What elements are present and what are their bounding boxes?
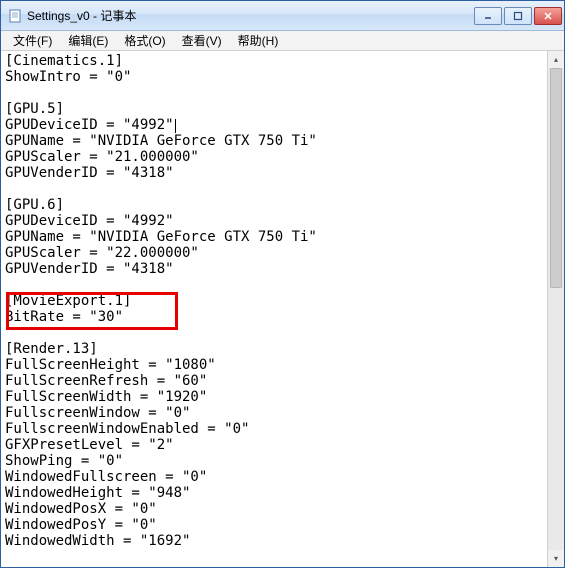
scroll-thumb[interactable]: [550, 68, 562, 288]
menubar: 文件(F) 编辑(E) 格式(O) 查看(V) 帮助(H): [1, 31, 564, 51]
scroll-up-arrow[interactable]: ▴: [548, 51, 564, 68]
close-button[interactable]: [534, 7, 562, 25]
vertical-scrollbar[interactable]: ▴ ▾: [547, 51, 564, 567]
text-cursor: [175, 119, 176, 133]
text-editor[interactable]: [Cinematics.1] ShowIntro = "0" [GPU.5] G…: [1, 51, 547, 567]
notepad-window: Settings_v0 - 记事本 文件(F) 编辑(E) 格式(O) 查看(V…: [0, 0, 565, 568]
maximize-button[interactable]: [504, 7, 532, 25]
window-controls: [474, 7, 562, 25]
menu-format[interactable]: 格式(O): [116, 30, 173, 51]
scroll-down-arrow[interactable]: ▾: [548, 550, 564, 567]
menu-file[interactable]: 文件(F): [5, 30, 60, 51]
menu-edit[interactable]: 编辑(E): [60, 30, 116, 51]
window-title: Settings_v0 - 记事本: [27, 7, 474, 24]
minimize-button[interactable]: [474, 7, 502, 25]
notepad-icon: [7, 8, 23, 24]
content-area: [Cinematics.1] ShowIntro = "0" [GPU.5] G…: [1, 51, 564, 567]
menu-view[interactable]: 查看(V): [174, 30, 230, 51]
titlebar[interactable]: Settings_v0 - 记事本: [1, 1, 564, 31]
menu-help[interactable]: 帮助(H): [230, 30, 287, 51]
